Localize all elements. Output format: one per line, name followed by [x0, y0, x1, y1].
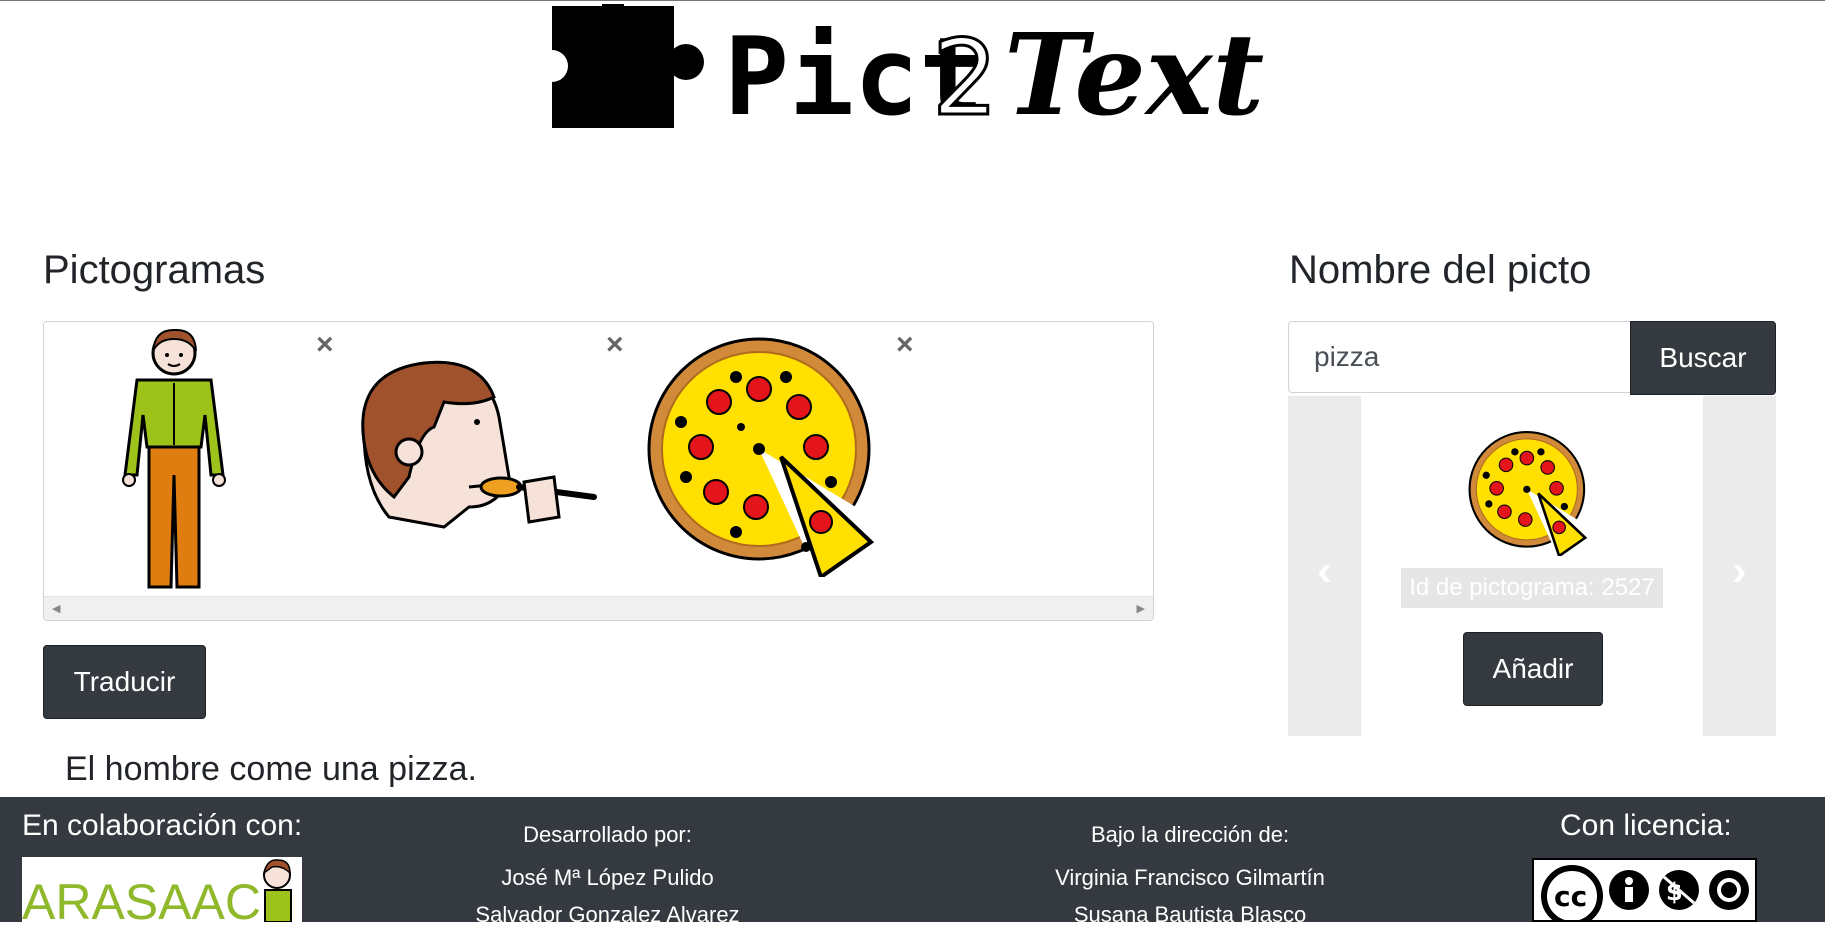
pictogram-item[interactable] — [44, 322, 334, 592]
remove-pictogram-1-icon[interactable]: × — [316, 330, 334, 360]
add-button[interactable]: Añadir — [1463, 632, 1603, 706]
scroll-right-icon[interactable]: ▶ — [1137, 602, 1145, 615]
search-button[interactable]: Buscar — [1630, 321, 1776, 395]
arasaac-logo-text: ARASAAC — [22, 874, 261, 922]
cc-badge-text: cc — [1554, 880, 1587, 913]
remove-pictogram-3-icon[interactable]: × — [896, 330, 914, 360]
translate-button[interactable]: Traducir — [43, 645, 206, 719]
pictograms-title: Pictogramas — [43, 248, 266, 292]
chevron-left-icon: ‹ — [1317, 546, 1332, 595]
chevron-right-icon: › — [1732, 546, 1747, 595]
pictogram-item[interactable] — [334, 322, 624, 592]
picto-name-title: Nombre del picto — [1289, 248, 1592, 292]
cc-license-badge[interactable]: cc $ — [1532, 858, 1757, 922]
top-border — [0, 0, 1825, 1]
search-input[interactable] — [1288, 321, 1631, 393]
director-name: Virginia Francisco Gilmartín — [1055, 865, 1325, 890]
scroll-left-icon[interactable]: ◀ — [52, 602, 60, 615]
carousel-next-button[interactable]: › — [1703, 396, 1776, 736]
director-name: Susana Bautista Blasco — [1073, 902, 1307, 927]
carousel-prev-button[interactable]: ‹ — [1288, 396, 1361, 736]
svg-text:2: 2 — [932, 17, 998, 128]
pizza-icon — [647, 337, 881, 577]
collab-title: En colaboración con: — [22, 809, 303, 842]
footer: En colaboración con: ARASAAC Desarrollad… — [0, 797, 1825, 927]
horizontal-scrollbar[interactable]: ◀ ▶ — [44, 596, 1153, 620]
translation-result: El hombre come una pizza. — [65, 750, 477, 788]
logo-graphic: Pict 2 Text — [536, 4, 1264, 141]
pictogram-item[interactable] — [624, 322, 914, 592]
cc-by-sa-icon: cc $ — [1541, 865, 1749, 920]
pictogram-id-caption: Id de pictograma: 2527 — [1401, 568, 1663, 608]
pizza-result-icon[interactable] — [1468, 431, 1593, 556]
directed-by-title: Bajo la dirección de: — [1090, 822, 1290, 847]
person-eating-icon — [361, 360, 597, 529]
pict2text-logo: Pict 2 Text — [536, 4, 1264, 141]
svg-text:Text: Text — [1004, 10, 1264, 128]
arasaac-logo[interactable]: ARASAAC — [22, 857, 302, 922]
pictogram-strip: × × × ◀ ▶ — [43, 321, 1154, 621]
remove-pictogram-2-icon[interactable]: × — [606, 330, 624, 360]
developer-name: José Mª López Pulido — [501, 865, 714, 890]
arasaac-logo-graphic: ARASAAC — [22, 859, 292, 922]
man-standing-icon — [122, 328, 226, 589]
developer-name: Salvador Gonzalez Alvarez — [475, 902, 740, 927]
developed-by-title: Desarrollado por: — [523, 822, 692, 847]
license-title: Con licencia: — [1560, 809, 1732, 842]
